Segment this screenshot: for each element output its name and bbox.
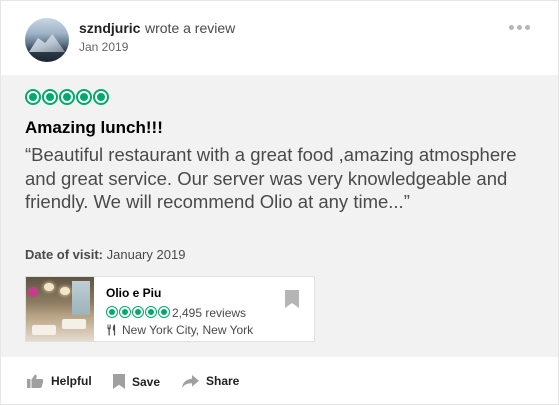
helpful-button[interactable]: Helpful bbox=[27, 374, 92, 388]
rating-bubble bbox=[145, 306, 157, 318]
restaurant-location: New York City, New York bbox=[106, 323, 253, 337]
photo-chandelier bbox=[44, 283, 54, 291]
rating-bubble bbox=[106, 306, 118, 318]
rating-bubble bbox=[25, 89, 41, 105]
thumbs-up-icon bbox=[27, 374, 44, 388]
visit-value: January 2019 bbox=[106, 247, 186, 262]
photo-table bbox=[32, 325, 56, 335]
bookmark-icon[interactable] bbox=[285, 290, 299, 308]
username[interactable]: szndjuric bbox=[79, 20, 140, 36]
review-card: szndjuric wrote a review Jan 2019 Amazin… bbox=[0, 0, 559, 405]
utensils-icon bbox=[107, 324, 116, 336]
restaurant-rating-bubbles bbox=[106, 306, 170, 318]
photo-flowers bbox=[28, 287, 38, 297]
share-button[interactable]: Share bbox=[182, 374, 239, 388]
rating-bubble bbox=[42, 89, 58, 105]
restaurant-card[interactable]: Olio e Piu 2,495 reviews New York City, … bbox=[25, 276, 315, 342]
rating-bubble bbox=[59, 89, 75, 105]
review-actions: Helpful Save Share bbox=[1, 357, 558, 404]
helpful-label: Helpful bbox=[51, 374, 92, 388]
photo-table bbox=[62, 319, 86, 329]
review-title[interactable]: Amazing lunch!!! bbox=[25, 118, 163, 138]
rating-bubbles bbox=[25, 89, 109, 105]
save-icon bbox=[113, 374, 125, 389]
restaurant-photo[interactable] bbox=[26, 277, 94, 341]
dot bbox=[525, 25, 530, 30]
share-label: Share bbox=[206, 374, 240, 388]
save-button[interactable]: Save bbox=[113, 374, 160, 389]
dot bbox=[517, 25, 522, 30]
location-text: New York City, New York bbox=[122, 323, 254, 337]
visit-label: Date of visit: bbox=[25, 247, 104, 262]
review-count[interactable]: 2,495 reviews bbox=[172, 306, 246, 320]
avatar-image bbox=[29, 34, 65, 52]
dot bbox=[509, 25, 514, 30]
review-header: szndjuric wrote a review Jan 2019 bbox=[1, 1, 558, 75]
rating-bubble bbox=[119, 306, 131, 318]
action-text: wrote a review bbox=[145, 20, 236, 36]
restaurant-name[interactable]: Olio e Piu bbox=[106, 286, 161, 300]
review-text[interactable]: “Beautiful restaurant with a great food … bbox=[25, 143, 535, 214]
review-body: Amazing lunch!!! “Beautiful restaurant w… bbox=[1, 75, 558, 357]
rating-bubble bbox=[93, 89, 109, 105]
date-of-visit: Date of visit: January 2019 bbox=[25, 247, 185, 262]
rating-bubble bbox=[132, 306, 144, 318]
more-icon[interactable] bbox=[509, 25, 530, 30]
photo-chandelier bbox=[60, 287, 70, 295]
review-date: Jan 2019 bbox=[79, 40, 129, 54]
rating-bubble bbox=[76, 89, 92, 105]
rating-bubble bbox=[158, 306, 170, 318]
avatar[interactable] bbox=[25, 18, 69, 62]
share-icon bbox=[182, 374, 199, 388]
photo-window bbox=[72, 281, 90, 315]
save-label: Save bbox=[132, 374, 161, 389]
